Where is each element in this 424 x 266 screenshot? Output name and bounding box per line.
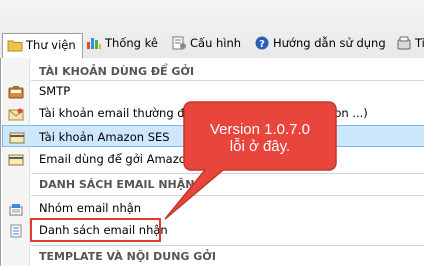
menu-ti-label: Ti bbox=[415, 36, 424, 50]
menu-item-recipient-group[interactable]: Nhóm email nhận bbox=[2, 197, 424, 219]
menu-thu-vien-label: Thư viện bbox=[26, 37, 76, 52]
help-icon: ? bbox=[254, 36, 270, 50]
menu-item-recipient-group-label: Nhóm email nhận bbox=[39, 201, 142, 215]
section-header-recipients: DANH SÁCH EMAIL NHẬN bbox=[39, 178, 195, 191]
menu-item-amazon-email-label: Email dùng để gởi Amazon bbox=[39, 152, 194, 166]
menu-thong-ke[interactable]: Thống kê bbox=[86, 33, 158, 53]
list-icon bbox=[8, 223, 24, 238]
callout-line-1: Version 1.0.7.0 bbox=[209, 121, 311, 138]
card-icon bbox=[9, 130, 25, 144]
mail-icon bbox=[8, 106, 24, 121]
card-icon bbox=[8, 152, 24, 166]
menu-thu-vien[interactable]: Thư viện bbox=[2, 33, 83, 61]
callout-text: Version 1.0.7.0 lỗi ở đây. bbox=[183, 121, 337, 155]
section-header-template: TEMPLATE VÀ NỘI DUNG GỞI bbox=[39, 250, 216, 263]
callout-line-2: lỗi ở đây. bbox=[229, 138, 291, 155]
highlight-box bbox=[30, 218, 161, 242]
menu-cau-hinh[interactable]: Cấu hình bbox=[171, 33, 241, 53]
section-divider bbox=[31, 195, 424, 196]
menu-huong-dan-label: Hướng dẫn sử dụng bbox=[273, 36, 386, 50]
menu-huong-dan[interactable]: ? Hướng dẫn sử dụng bbox=[254, 33, 386, 53]
menu-thong-ke-label: Thống kê bbox=[105, 36, 158, 50]
config-icon bbox=[171, 36, 187, 50]
menu-item-amazon-ses-label: Tài khoản Amazon SES bbox=[39, 130, 170, 144]
menu-bar: Thư viện Thống kê Cấu hình ? Hướng dẫn s… bbox=[0, 0, 424, 61]
svg-text:?: ? bbox=[259, 39, 265, 50]
section-divider bbox=[31, 245, 424, 246]
phone-icon bbox=[396, 36, 412, 50]
bar-chart-icon bbox=[86, 36, 102, 50]
smtp-icon bbox=[8, 84, 24, 99]
menu-item-smtp[interactable]: SMTP bbox=[2, 80, 424, 102]
menu-item-smtp-label: SMTP bbox=[39, 84, 71, 98]
group-icon bbox=[8, 201, 24, 216]
section-header-sender: TÀI KHOẢN DÙNG ĐỂ GỞI bbox=[39, 65, 195, 78]
menu-ti[interactable]: Ti bbox=[396, 33, 424, 53]
menu-cau-hinh-label: Cấu hình bbox=[190, 36, 242, 50]
folder-icon bbox=[7, 38, 23, 52]
